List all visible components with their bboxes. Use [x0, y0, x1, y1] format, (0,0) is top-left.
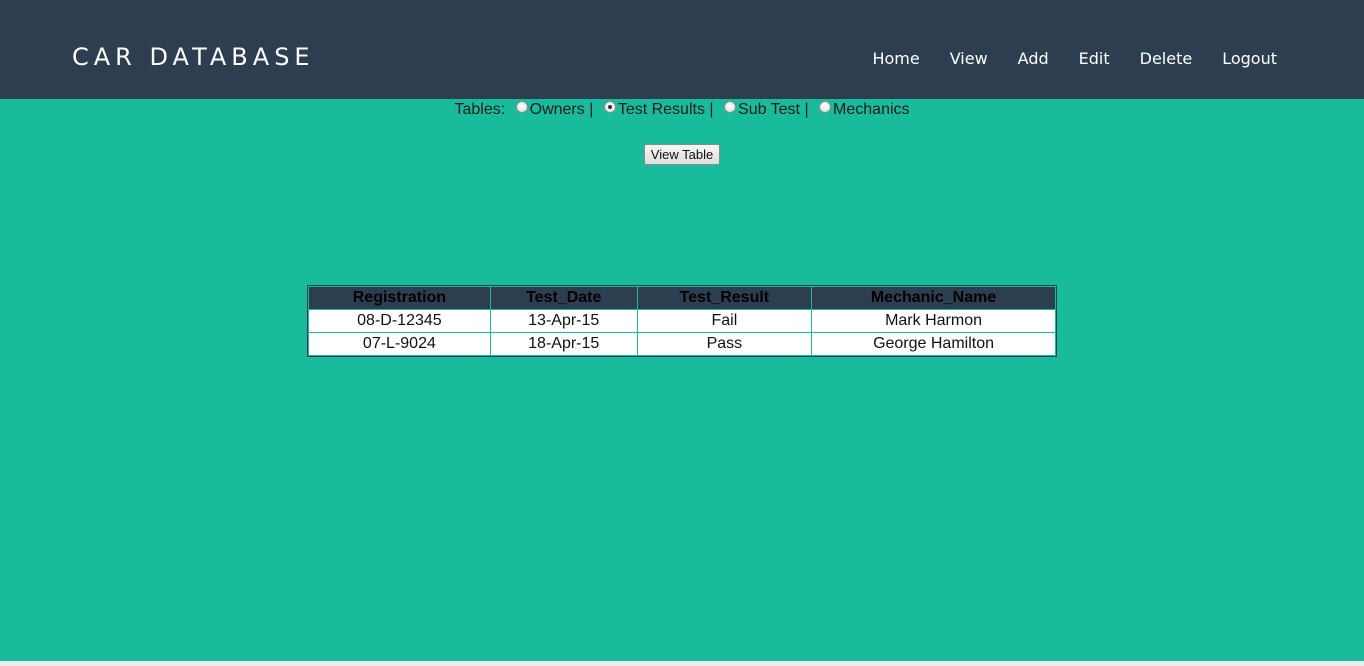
cell-registration: 07-L-9024 [309, 333, 490, 355]
nav-view[interactable]: View [950, 46, 988, 72]
cell-test-result: Pass [637, 333, 812, 355]
option-test-results-label: Test Results [617, 101, 705, 118]
option-test-results[interactable]: Test Results [598, 101, 705, 118]
view-table-button[interactable]: View Table [643, 144, 721, 165]
cell-test-date: 18-Apr-15 [490, 333, 637, 355]
option-mechanics[interactable]: Mechanics [813, 101, 910, 118]
main-nav: Home View Add Edit Delete Logout [842, 46, 1277, 72]
option-sub-test-label: Sub Test [738, 101, 800, 118]
separator: | [709, 101, 714, 118]
header-bar: CAR DATABASE Home View Add Edit Delete L… [0, 0, 1364, 99]
option-sub-test[interactable]: Sub Test [718, 101, 800, 118]
column-header-test-date: Test_Date [490, 287, 637, 309]
nav-logout[interactable]: Logout [1222, 46, 1277, 72]
column-header-test-result: Test_Result [637, 287, 812, 309]
cell-mechanic-name: George Hamilton [812, 333, 1055, 355]
column-header-mechanic-name: Mechanic_Name [812, 287, 1055, 309]
tables-label: Tables: [454, 101, 506, 118]
table-row: 08-D-12345 13-Apr-15 Fail Mark Harmon [309, 310, 1055, 332]
separator: | [804, 101, 809, 118]
nav-add[interactable]: Add [1018, 46, 1049, 72]
radio-test-results[interactable] [603, 101, 616, 113]
cell-test-date: 13-Apr-15 [490, 310, 637, 332]
nav-home[interactable]: Home [872, 46, 919, 72]
view-button-container: View Table [0, 144, 1364, 165]
nav-delete[interactable]: Delete [1140, 46, 1193, 72]
option-mechanics-label: Mechanics [833, 101, 910, 118]
radio-mechanics[interactable] [819, 101, 832, 113]
test-results-table: Registration Test_Date Test_Result Mecha… [307, 285, 1057, 357]
separator: | [589, 101, 594, 118]
option-owners[interactable]: Owners [510, 101, 585, 118]
brand-title[interactable]: CAR DATABASE [72, 40, 315, 74]
column-header-registration: Registration [309, 287, 490, 309]
table-row: 07-L-9024 18-Apr-15 Pass George Hamilton [309, 333, 1055, 355]
option-owners-label: Owners [529, 101, 585, 118]
cell-registration: 08-D-12345 [309, 310, 490, 332]
radio-owners[interactable] [515, 101, 528, 113]
cell-mechanic-name: Mark Harmon [812, 310, 1055, 332]
radio-sub-test[interactable] [724, 101, 737, 113]
tables-selector: Tables: Owners | Test Results | Sub Test… [0, 99, 1364, 120]
nav-edit[interactable]: Edit [1079, 46, 1110, 72]
table-header-row: Registration Test_Date Test_Result Mecha… [309, 287, 1055, 309]
cell-test-result: Fail [637, 310, 812, 332]
page-bottom-edge [0, 661, 1364, 666]
